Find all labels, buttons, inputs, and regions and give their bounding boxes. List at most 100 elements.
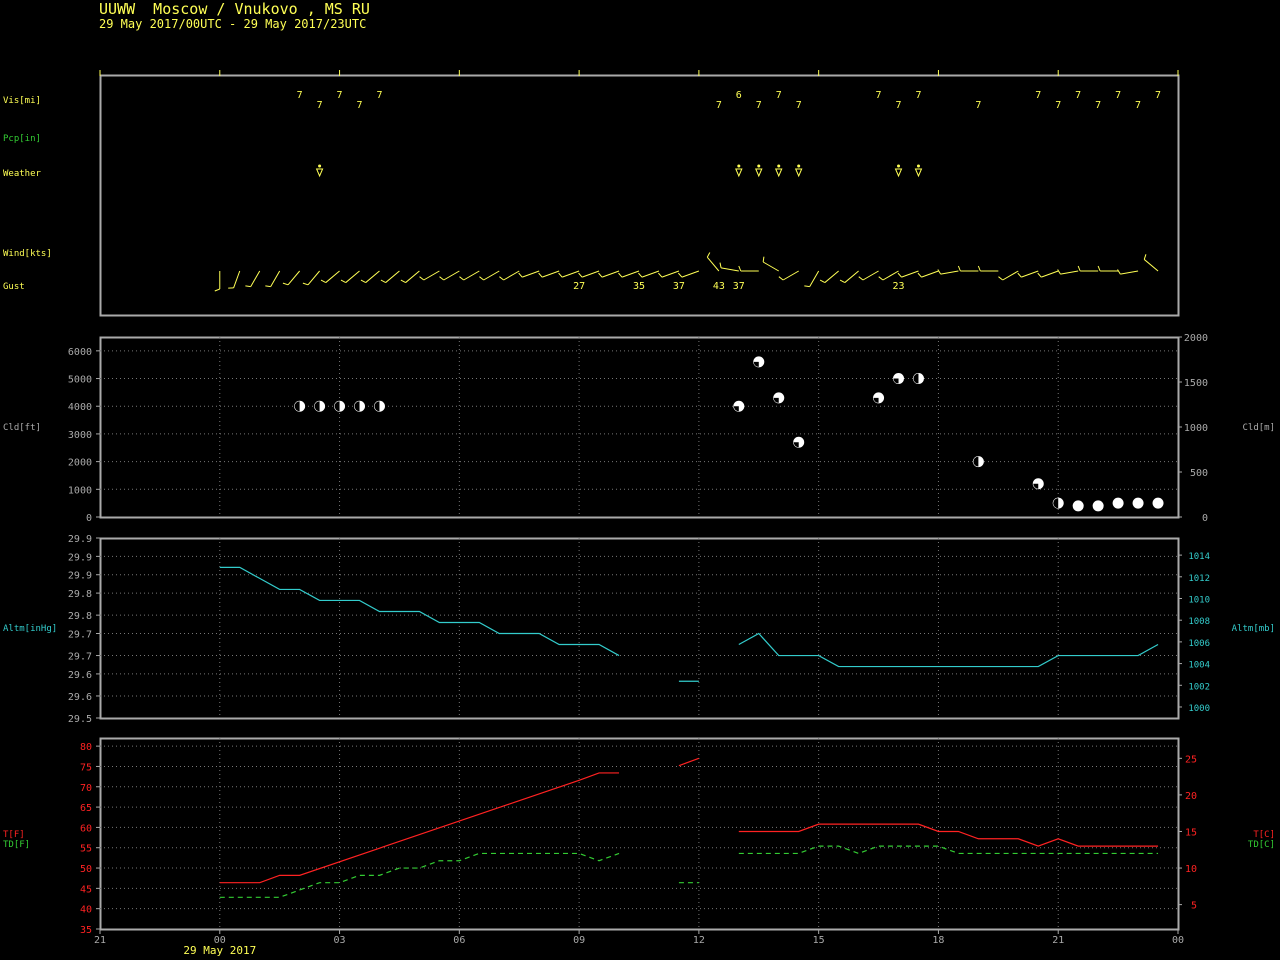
visibility-value: 7 bbox=[337, 90, 343, 101]
obs-panel-frame bbox=[99, 74, 1180, 317]
wind-barb-feather bbox=[265, 285, 271, 288]
temperature-f-tick-label: 65 bbox=[80, 803, 92, 814]
wind-barb-shaft bbox=[882, 270, 899, 281]
shower-triangle bbox=[774, 168, 783, 178]
cloud-cover-icon bbox=[753, 356, 765, 368]
gust-value: 37 bbox=[733, 281, 745, 292]
shower-triangle bbox=[315, 168, 324, 178]
temperature-c-tick-label: 25 bbox=[1185, 754, 1197, 765]
wind-barb-feather bbox=[778, 276, 784, 281]
visibility-value: 7 bbox=[1095, 100, 1101, 111]
cloud-cover-clear-part bbox=[334, 401, 340, 412]
cloud-cover-clear-part bbox=[793, 442, 799, 448]
altimeter-mb-tick-label: 1008 bbox=[1188, 617, 1210, 627]
wind-barb-feather bbox=[977, 265, 981, 272]
x-tick-label: 06 bbox=[453, 935, 465, 946]
wind-barb bbox=[658, 270, 680, 278]
wind-barb-feather bbox=[214, 288, 220, 292]
wind-barb-shaft bbox=[721, 267, 739, 272]
wind-barb-shaft bbox=[940, 270, 959, 275]
wind-barb-feather bbox=[917, 272, 922, 278]
visibility-value: 7 bbox=[896, 100, 902, 111]
altimeter-inhg-tick-label: 29.5 bbox=[68, 714, 92, 725]
cloud-ft-tick-label: 5000 bbox=[68, 375, 92, 386]
wind-barb-shaft bbox=[307, 270, 320, 286]
wind-barb-shaft bbox=[405, 270, 420, 283]
wind-barb-feather bbox=[340, 279, 346, 284]
wind-barb-shaft bbox=[1041, 270, 1059, 278]
wind-barb bbox=[1037, 270, 1059, 278]
wind-barb-feather bbox=[558, 272, 563, 278]
shower-triangle bbox=[914, 168, 923, 178]
cloud-cover-circle bbox=[1112, 497, 1124, 509]
cloud-cover-clear-part bbox=[1033, 483, 1039, 489]
wind-barb bbox=[320, 270, 340, 284]
temperature-c-tick-label: 15 bbox=[1185, 827, 1197, 838]
wind-barb-feather bbox=[518, 272, 523, 278]
cloud-cover-icon bbox=[1052, 497, 1064, 509]
wind-barb bbox=[1097, 265, 1119, 272]
altimeter-inhg-tick-label: 29.9 bbox=[68, 571, 92, 582]
altimeter-mb-tick-label: 1000 bbox=[1188, 704, 1210, 714]
gust-value: 37 bbox=[673, 281, 685, 292]
wind-barb bbox=[558, 270, 580, 278]
temperature-c-axis-label: T[C] bbox=[1253, 830, 1275, 840]
cloud-cover-icon bbox=[354, 400, 366, 412]
wind-barb bbox=[538, 270, 560, 278]
dewpoint-f-axis-label: TD[F] bbox=[3, 840, 30, 850]
temperature-c-tick-label: 5 bbox=[1191, 901, 1197, 912]
wind-barb-feather bbox=[400, 279, 406, 284]
wind-barb bbox=[937, 269, 959, 275]
shower-dot bbox=[737, 164, 741, 168]
wind-barb-shaft bbox=[1120, 270, 1139, 275]
wind-barb-feather bbox=[578, 272, 583, 278]
wind-barb bbox=[518, 270, 540, 278]
altimeter-mb-tick-label: 1006 bbox=[1188, 639, 1210, 649]
wind-barb-shaft bbox=[581, 270, 600, 278]
wind-barb bbox=[360, 270, 380, 284]
wind-barb-feather bbox=[419, 276, 425, 281]
wind-barb-feather bbox=[878, 276, 884, 281]
cloud-cover-icon bbox=[1092, 500, 1104, 512]
wind-barb-shaft bbox=[325, 270, 340, 283]
cloud-cover-circle bbox=[1132, 497, 1144, 509]
wind-barb bbox=[778, 270, 799, 281]
temperature-f-tick-label: 45 bbox=[80, 884, 92, 895]
wind-barb-feather bbox=[499, 276, 504, 281]
wind-barb bbox=[282, 270, 301, 286]
x-tick-label: 15 bbox=[813, 935, 825, 946]
wind-barb-shaft bbox=[621, 270, 640, 278]
cloud-ft-axis-label: Cld[ft] bbox=[3, 423, 41, 433]
shower-triangle bbox=[894, 168, 903, 178]
cloud-cover-clear-part bbox=[1053, 498, 1059, 509]
x-tick-label: 18 bbox=[932, 935, 944, 946]
cloud-cover-clear-part bbox=[753, 361, 759, 367]
shower-dot bbox=[318, 164, 322, 168]
shower-dot bbox=[916, 164, 920, 168]
altimeter-inhg-tick-label: 29.7 bbox=[68, 630, 92, 641]
visibility-value: 7 bbox=[915, 90, 921, 101]
altimeter-mb-tick-label: 1002 bbox=[1188, 682, 1210, 692]
wind-barb bbox=[419, 270, 440, 281]
wind-barb bbox=[578, 270, 600, 278]
cloud-cover-clear-part bbox=[294, 401, 300, 412]
x-tick-label: 09 bbox=[573, 935, 585, 946]
wind-barb-feather bbox=[638, 272, 643, 278]
wind-barb-feather bbox=[804, 285, 810, 288]
wind-barb bbox=[762, 256, 779, 272]
wind-barb-shaft bbox=[1060, 270, 1079, 275]
wind-barb-feather bbox=[719, 262, 722, 268]
dewpoint-line bbox=[738, 845, 1159, 855]
wind-barb-shaft bbox=[250, 270, 261, 287]
shower-weather-icon bbox=[914, 164, 923, 178]
wind-barb bbox=[380, 270, 400, 284]
wind-barb bbox=[804, 270, 820, 288]
wind-barb-feather bbox=[819, 279, 826, 284]
temperature-f-tick-label: 50 bbox=[80, 864, 92, 875]
shower-dot bbox=[777, 164, 781, 168]
cloud-cover-clear-part bbox=[354, 401, 360, 412]
wind-barb-shaft bbox=[270, 270, 281, 287]
wind-barb-shaft bbox=[782, 270, 799, 281]
cloud-cover-icon bbox=[373, 400, 385, 412]
cloud-m-tick-label: 0 bbox=[1202, 513, 1208, 524]
